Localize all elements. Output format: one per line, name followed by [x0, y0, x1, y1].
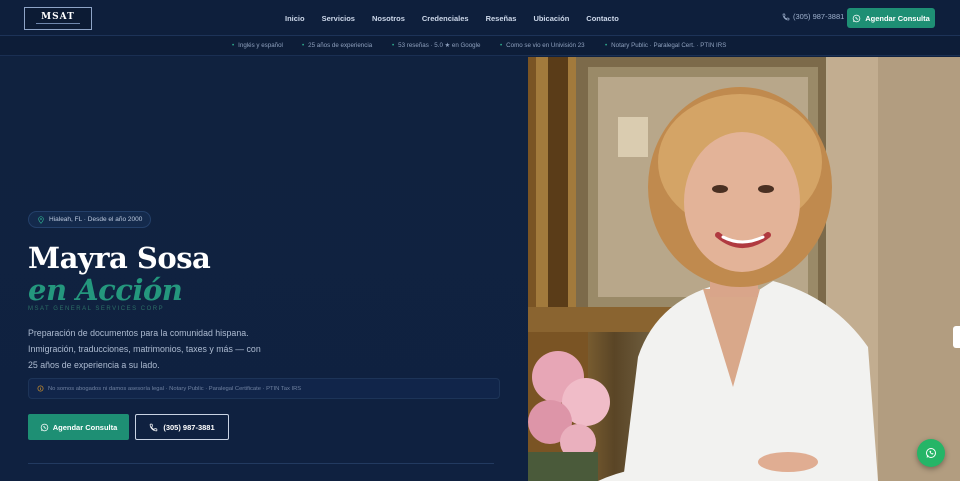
logo-text: MSAT — [41, 11, 75, 22]
hero-description: Preparación de documentos para la comuni… — [28, 325, 278, 373]
logo[interactable]: MSAT — [24, 7, 92, 30]
hero-description-line: Inmigración, traducciones, matrimonios, … — [28, 344, 261, 354]
call-phone-label: (305) 987-3881 — [163, 422, 215, 432]
legal-disclaimer: No somos abogados ni damos asesoría lega… — [28, 378, 500, 399]
nav-item-nosotros[interactable]: Nosotros — [372, 14, 405, 23]
header-cta-label: Agendar Consulta — [865, 13, 930, 23]
header-cta-button[interactable]: Agendar Consulta — [847, 8, 935, 28]
phone-icon — [149, 423, 158, 432]
phone-icon — [782, 13, 790, 21]
schedule-consultation-button[interactable]: Agendar Consulta — [28, 414, 129, 440]
main-nav: Inicio Servicios Nosotros Credenciales R… — [285, 0, 636, 36]
nav-item-resenas[interactable]: Reseñas — [486, 14, 517, 23]
info-item-univision: Como se vio en Univisión 23 — [500, 42, 584, 49]
whatsapp-icon — [40, 423, 49, 432]
portrait-illustration — [528, 57, 960, 481]
floating-whatsapp-button[interactable] — [917, 439, 945, 467]
whatsapp-icon — [925, 447, 937, 459]
hero-portrait-photo — [528, 57, 960, 481]
logo-underline — [36, 22, 80, 26]
location-pin-icon — [37, 215, 45, 224]
disclaimer-text: No somos abogados ni damos asesoría lega… — [48, 385, 302, 392]
nav-item-inicio[interactable]: Inicio — [285, 14, 305, 23]
hero-description-line: Preparación de documentos para la comuni… — [28, 328, 249, 338]
schedule-consultation-label: Agendar Consulta — [52, 422, 118, 432]
info-item-reviews: 53 reseñas · 5.0 ★ en Google — [392, 42, 480, 49]
info-item-credentials: Notary Public · Paralegal Cert. · PTIN I… — [605, 42, 726, 49]
location-badge-text: Hialeah, FL · Desde el año 2000 — [49, 216, 143, 223]
hero-corp-name: MSAT GENERAL SERVICES CORP — [28, 306, 165, 312]
hero-description-line: 25 años de experiencia a su lado. — [28, 360, 160, 370]
header-phone-link[interactable]: (305) 987-3881 — [782, 12, 844, 21]
header-phone-text: (305) 987-3881 — [793, 12, 845, 21]
info-item-languages: Inglés y español — [232, 42, 283, 49]
info-item-experience: 25 años de experiencia — [302, 42, 372, 49]
whatsapp-icon — [852, 14, 861, 23]
hero-divider — [28, 463, 494, 464]
info-circle-icon — [37, 385, 44, 392]
call-phone-button[interactable]: (305) 987-3881 — [135, 414, 229, 440]
top-navbar: MSAT Inicio Servicios Nosotros Credencia… — [0, 0, 960, 36]
side-accessibility-widget[interactable] — [953, 326, 960, 348]
nav-item-servicios[interactable]: Servicios — [322, 14, 355, 23]
nav-item-credenciales[interactable]: Credenciales — [422, 14, 469, 23]
nav-item-ubicacion[interactable]: Ubicación — [533, 14, 569, 23]
nav-item-contacto[interactable]: Contacto — [586, 14, 619, 23]
location-badge: Hialeah, FL · Desde el año 2000 — [28, 211, 152, 228]
hero-title-accent: en Acción — [28, 273, 183, 307]
hero-title: Mayra Sosa — [28, 241, 211, 275]
info-strip: Inglés y español 25 años de experiencia … — [0, 36, 960, 56]
